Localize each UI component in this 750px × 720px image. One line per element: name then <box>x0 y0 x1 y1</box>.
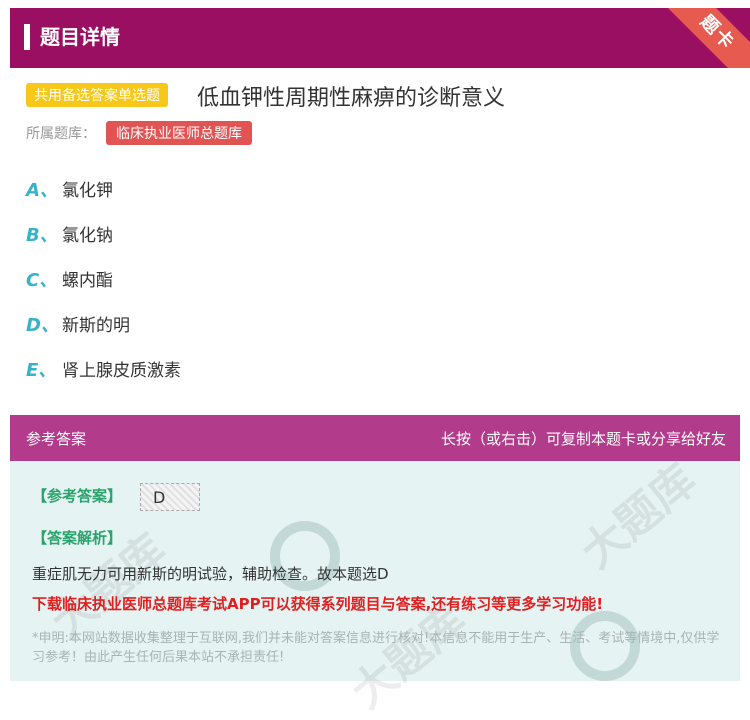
option-letter: C、 <box>26 270 58 291</box>
page-header: 题目详情 题卡 <box>10 8 750 68</box>
option-a[interactable]: A、 氯化钾 <box>26 176 113 202</box>
answer-panel: 大题库 大题库 大题库 【参考答案】 D 【答案解析】 重症肌无力可用新斯的明试… <box>10 454 740 718</box>
option-c[interactable]: C、 螺内酯 <box>26 266 113 292</box>
option-d[interactable]: D、 新斯的明 <box>26 311 130 337</box>
analysis-text: 重症肌无力可用新斯的明试验，辅助检查。故本题选D <box>32 565 389 583</box>
answer-label: 【参考答案】 <box>32 487 123 505</box>
share-hint[interactable]: 长按（或右击）可复制本题卡或分享给好友 <box>441 428 726 449</box>
option-letter: E、 <box>26 360 57 381</box>
answer-value: D <box>140 483 200 511</box>
watermark: 大题库 <box>571 454 706 579</box>
option-text: 氯化钠 <box>62 226 113 246</box>
option-text: 螺内酯 <box>62 271 113 291</box>
bank-label: 所属题库： <box>26 126 96 142</box>
app-promo-link[interactable]: 下载临床执业医师总题库考试APP可以获得系列题目与答案,还有练习等更多学习功能! <box>32 593 603 614</box>
disclaimer: *申明:本网站数据收集整理于互联网,我们并未能对答案信息进行核对!本信息不能用于… <box>32 631 720 665</box>
answer-bar-title: 参考答案 <box>26 430 87 448</box>
header-accent-bar <box>24 24 30 50</box>
question-type-badge: 共用备选答案单选题 <box>26 83 168 107</box>
option-letter: D、 <box>26 315 59 336</box>
question-title: 低血钾性周期性麻痹的诊断意义 <box>197 86 506 111</box>
option-b[interactable]: B、 氯化钠 <box>26 221 113 247</box>
analysis-label: 【答案解析】 <box>32 529 123 547</box>
page-title: 题目详情 <box>40 25 120 49</box>
option-text: 氯化钾 <box>62 181 113 201</box>
option-e[interactable]: E、 肾上腺皮质激素 <box>26 356 181 382</box>
card-ribbon: 题卡 <box>651 8 750 68</box>
option-text: 新斯的明 <box>62 316 130 336</box>
bank-tag[interactable]: 临床执业医师总题库 <box>106 121 252 145</box>
answer-bar: 参考答案 长按（或右击）可复制本题卡或分享给好友 <box>10 415 740 461</box>
option-text: 肾上腺皮质激素 <box>62 361 181 381</box>
option-letter: A、 <box>26 180 58 201</box>
option-letter: B、 <box>26 225 58 246</box>
